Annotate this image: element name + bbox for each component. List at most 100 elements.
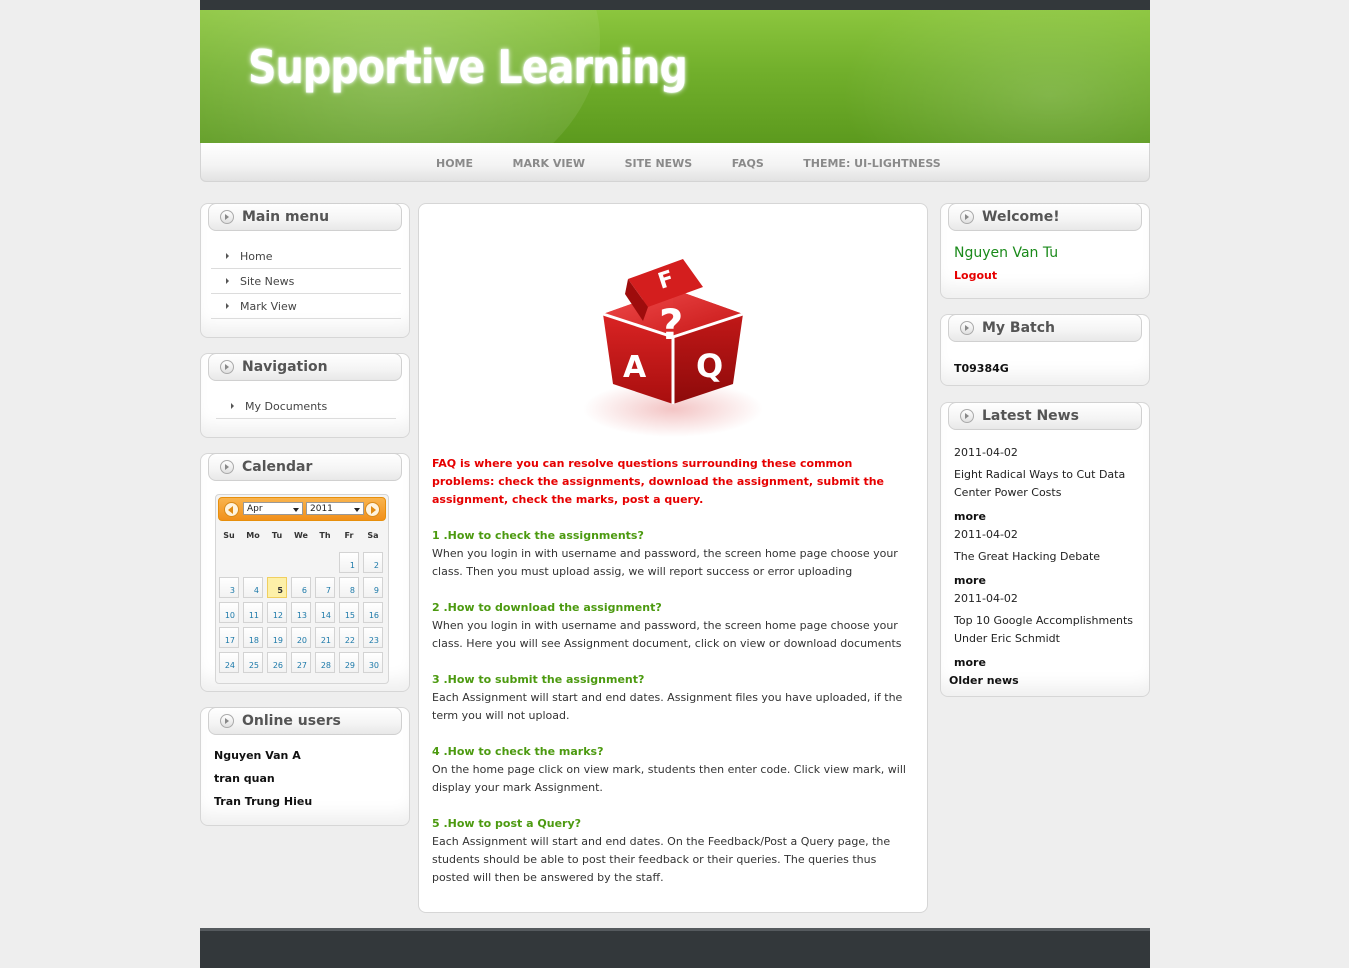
news-more-link[interactable]: more (954, 656, 986, 669)
calendar-day[interactable]: 7 (315, 577, 335, 598)
online-users-block: Online users Nguyen Van A tran quan Tran… (200, 707, 410, 826)
footer-bar (200, 928, 1150, 968)
site-title[interactable]: Supportive Learning (248, 40, 688, 94)
main-menu-block: Main menu Home Site News Mark View (200, 203, 410, 338)
calendar-day[interactable]: 24 (219, 652, 239, 673)
menu-item-label: My Documents (245, 400, 328, 413)
weekday-label: Mo (246, 531, 260, 540)
year-select[interactable]: 2011 (306, 502, 364, 515)
calendar-day[interactable]: 19 (267, 627, 287, 648)
block-bullet-icon (960, 321, 974, 335)
nav-site-news[interactable]: SITE NEWS (625, 157, 693, 170)
block-bullet-icon (220, 714, 234, 728)
calendar-day[interactable]: 6 (291, 577, 311, 598)
calendar-day[interactable]: 15 (339, 602, 359, 623)
news-title-link[interactable]: The Great Hacking Debate (954, 548, 1134, 566)
news-date: 2011-04-02 (954, 592, 1018, 605)
news-more-link[interactable]: more (954, 510, 986, 523)
news-title-link[interactable]: Eight Radical Ways to Cut Data Center Po… (954, 466, 1134, 502)
main-menu-item-home[interactable]: Home (211, 244, 401, 269)
calendar-day[interactable]: 20 (291, 627, 311, 648)
navigation-block: Navigation My Documents (200, 353, 410, 438)
calendar-day[interactable]: 13 (291, 602, 311, 623)
welcome-user-name[interactable]: Nguyen Van Tu (954, 245, 1058, 261)
main-menu-item-site-news[interactable]: Site News (211, 269, 401, 294)
faq-answer: When you login in with username and pass… (432, 619, 902, 650)
calendar-day[interactable]: 21 (315, 627, 335, 648)
calendar-day[interactable]: 3 (219, 577, 239, 598)
nav-item-my-documents[interactable]: My Documents (216, 394, 396, 419)
banner-swoosh (840, 10, 1150, 143)
calendar-day[interactable]: 16 (363, 602, 383, 623)
calendar-day[interactable]: 27 (291, 652, 311, 673)
nav-faqs[interactable]: FAQS (732, 157, 764, 170)
calendar-day[interactable]: 10 (219, 602, 239, 623)
nav-home[interactable]: HOME (436, 157, 473, 170)
calendar-day[interactable]: 17 (219, 627, 239, 648)
calendar-day[interactable]: 2 (363, 552, 383, 573)
online-user[interactable]: tran quan (214, 772, 275, 785)
calendar-header: Calendar (208, 453, 402, 481)
calendar-day[interactable]: 4 (243, 577, 263, 598)
calendar-day[interactable]: 18 (243, 627, 263, 648)
faq-question: 1 .How to check the assignments? (432, 529, 644, 542)
my-batch-block: My Batch T09384G (940, 314, 1150, 386)
calendar-block: Calendar Apr 2011 Su Mo Tu We Th Fr Sa 1234567… (200, 453, 410, 692)
calendar-day[interactable]: 14 (315, 602, 335, 623)
calendar-day[interactable]: 26 (267, 652, 287, 673)
month-select[interactable]: Apr (243, 502, 303, 515)
year-select-value: 2011 (310, 504, 333, 514)
calendar-day[interactable]: 30 (363, 652, 383, 673)
weekday-label: Fr (344, 531, 354, 540)
arrow-right-icon (226, 253, 229, 259)
latest-news-header: Latest News (948, 402, 1142, 430)
faq-question: 2 .How to download the assignment? (432, 601, 662, 614)
calendar-day[interactable]: 1 (339, 552, 359, 573)
online-user[interactable]: Nguyen Van A (214, 749, 301, 762)
top-navigation: HOME MARK VIEW SITE NEWS FAQS THEME: UI-… (200, 143, 1150, 182)
calendar-day[interactable]: 11 (243, 602, 263, 623)
my-batch-header: My Batch (948, 314, 1142, 342)
calendar-day[interactable]: 12 (267, 602, 287, 623)
calendar-day[interactable]: 8 (339, 577, 359, 598)
faq-question: 4 .How to check the marks? (432, 745, 604, 758)
calendar-toolbar: Apr 2011 (218, 497, 386, 521)
faq-answer: When you login in with username and pass… (432, 547, 898, 578)
faq-answer: On the home page click on view mark, stu… (432, 763, 906, 794)
calendar-day[interactable]: 22 (339, 627, 359, 648)
online-user[interactable]: Tran Trung Hieu (214, 795, 312, 808)
batch-code: T09384G (954, 362, 1009, 375)
faq-content: F A ? Q FAQ is where you can resolve que… (418, 203, 928, 913)
block-bullet-icon (220, 210, 234, 224)
calendar-day[interactable]: 9 (363, 577, 383, 598)
block-bullet-icon (960, 409, 974, 423)
main-menu-title: Main menu (242, 209, 330, 225)
weekday-label: Su (223, 531, 235, 540)
navigation-header: Navigation (208, 353, 402, 381)
logout-link[interactable]: Logout (954, 269, 997, 282)
nav-theme[interactable]: THEME: UI-LIGHTNESS (803, 157, 940, 170)
block-bullet-icon (220, 460, 234, 474)
arrow-right-icon (226, 278, 229, 284)
older-news-link[interactable]: Older news (949, 674, 1019, 687)
calendar-widget: Apr 2011 Su Mo Tu We Th Fr Sa 1 2 3 4 5 6 7 8 9 10 11 12 1… (215, 494, 389, 684)
top-bar (200, 0, 1150, 10)
news-title-link[interactable]: Top 10 Google Accomplishments Under Eric… (954, 612, 1134, 648)
main-menu-item-mark-view[interactable]: Mark View (211, 294, 401, 319)
faq-answer: Each Assignment will start and end dates… (432, 835, 891, 884)
news-more-link[interactable]: more (954, 574, 986, 587)
calendar-day[interactable]: 23 (363, 627, 383, 648)
calendar-day[interactable]: 25 (243, 652, 263, 673)
nav-mark-view[interactable]: MARK VIEW (513, 157, 586, 170)
calendar-title: Calendar (242, 459, 313, 475)
online-users-title: Online users (242, 713, 341, 729)
calendar-day-today[interactable]: 5 (267, 577, 287, 598)
prev-month-icon[interactable] (224, 502, 239, 517)
online-users-header: Online users (208, 707, 402, 735)
calendar-day[interactable]: 29 (339, 652, 359, 673)
dropdown-arrow-icon (354, 508, 360, 512)
calendar-day[interactable]: 28 (315, 652, 335, 673)
welcome-title: Welcome! (982, 209, 1060, 225)
next-month-icon[interactable] (365, 502, 380, 517)
block-bullet-icon (960, 210, 974, 224)
